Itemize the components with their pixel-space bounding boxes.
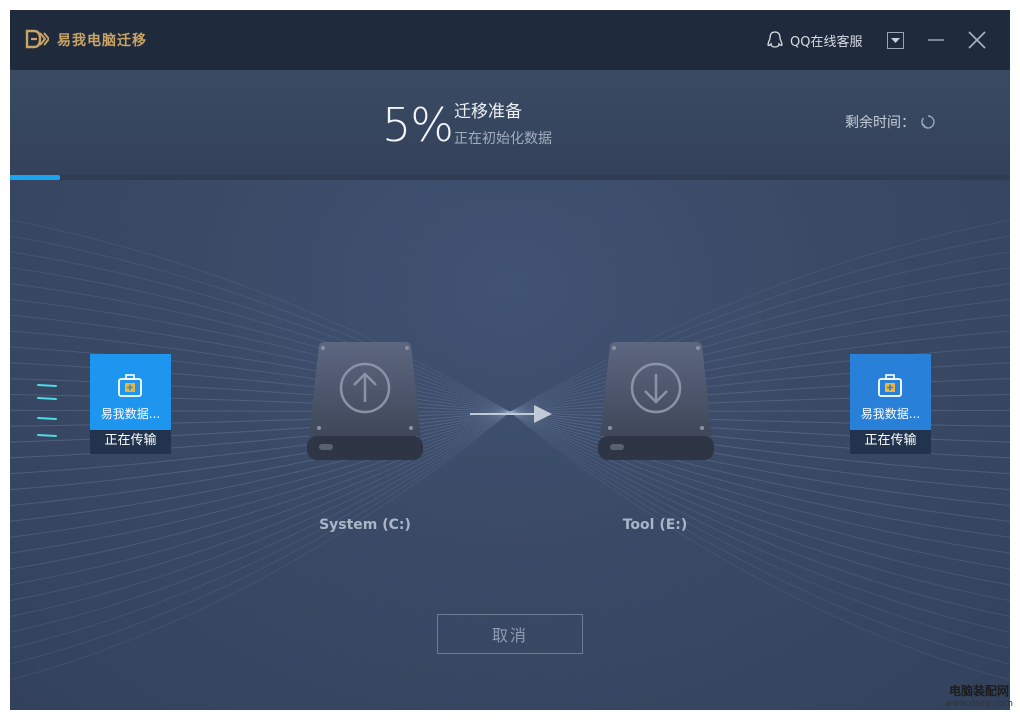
transfer-area: 易我数据... 正在传输 易我数据... 正在传输 System (C:) To…	[10, 180, 1010, 710]
qq-service-label: QQ在线客服	[790, 34, 863, 50]
stage-subtitle: 正在初始化数据	[454, 131, 552, 147]
watermark-url: www.dnzp.com	[944, 699, 1014, 709]
right-card-status: 正在传输	[850, 430, 931, 454]
caret-down-icon	[891, 37, 900, 43]
menu-dropdown-button[interactable]	[887, 32, 904, 49]
qq-penguin-icon	[767, 31, 783, 48]
remaining-time-label: 剩余时间：	[845, 115, 915, 131]
watermark-title: 电脑装配网	[948, 684, 1009, 698]
close-button[interactable]	[965, 28, 989, 52]
toolbox-icon	[878, 374, 902, 397]
progress-percent: 5%	[382, 98, 454, 152]
left-card-status: 正在传输	[90, 430, 171, 454]
stage-title: 迁移准备	[454, 102, 522, 122]
title-bar: 易我电脑迁移 QQ在线客服	[10, 10, 1010, 70]
right-card-name: 易我数据...	[860, 407, 921, 421]
target-drive-download-icon	[598, 342, 714, 460]
loading-spinner-icon	[921, 115, 935, 129]
site-watermark: 电脑装配网 www.dnzp.com	[938, 684, 1020, 716]
left-card-name: 易我数据...	[100, 407, 161, 421]
target-drive-label: Tool (E:)	[622, 517, 688, 533]
easeus-logo-icon	[25, 29, 49, 49]
source-drive-label: System (C:)	[319, 517, 411, 533]
right-transfer-card: 易我数据... 正在传输	[850, 354, 931, 454]
remaining-time: 剩余时间：	[845, 112, 935, 132]
transfer-arrow-icon	[470, 405, 552, 423]
app-window: 易我电脑迁移 QQ在线客服 5% 迁移准备 正在初始化数据 剩余时间： 易我数据…	[10, 10, 1010, 710]
qq-service-link[interactable]: QQ在线客服	[766, 28, 862, 52]
toolbox-icon	[118, 374, 142, 397]
status-panel: 5% 迁移准备 正在初始化数据 剩余时间：	[10, 70, 1010, 180]
cancel-button[interactable]: 取消	[437, 614, 583, 654]
source-drive-upload-icon	[307, 342, 423, 460]
left-transfer-card: 易我数据... 正在传输	[90, 354, 171, 454]
app-title: 易我电脑迁移	[57, 33, 147, 49]
minimize-button[interactable]	[926, 28, 946, 52]
